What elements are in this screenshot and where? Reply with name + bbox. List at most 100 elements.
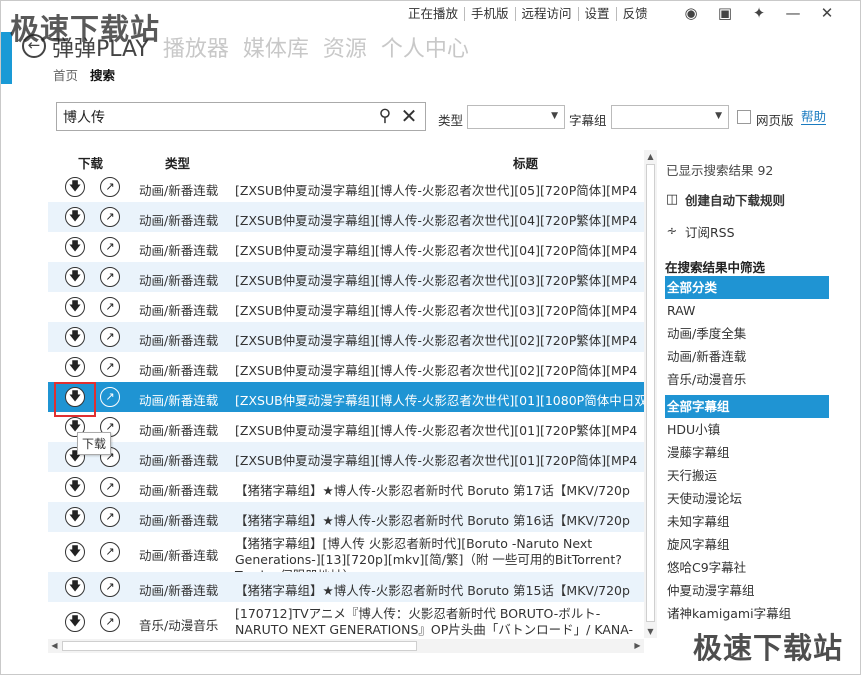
table-row[interactable]: 🡇 ↗ 动画/新番连载 [ZXSUB仲夏动漫字幕组][博人传-火影忍者次世代][04]… xyxy=(48,202,644,232)
vertical-scroll-thumb[interactable] xyxy=(646,164,655,622)
table-row[interactable]: 🡇 ↗ 动画/新番连载 【猪猪字幕组】[博人传 火影忍者新时代][Boruto -Na… xyxy=(48,532,644,583)
row-title[interactable]: [ZXSUB仲夏动漫字幕组][博人传-火影忍者次世代][01][1080P简体中… xyxy=(235,390,644,409)
row-title[interactable]: [ZXSUB仲夏动漫字幕组][博人传-火影忍者次世代][01][720P简体][… xyxy=(235,450,637,469)
download-icon[interactable]: 🡇 xyxy=(65,542,85,562)
category-filter-item[interactable]: 动画/季度全集 xyxy=(665,322,829,345)
row-title[interactable]: [ZXSUB仲夏动漫字幕组][博人传-火影忍者次世代][05][720P简体][… xyxy=(235,180,637,199)
subgroup-filter-item[interactable]: 全部字幕组 xyxy=(665,395,829,418)
download-icon[interactable]: 🡇 xyxy=(65,267,85,287)
menu-remote-access[interactable]: 远程访问 xyxy=(516,7,579,21)
open-link-icon[interactable]: ↗ xyxy=(100,237,120,257)
open-link-icon[interactable]: ↗ xyxy=(100,542,120,562)
menu-settings[interactable]: 设置 xyxy=(579,7,617,21)
create-auto-download-rule[interactable]: ◫ 创建自动下载规则 xyxy=(665,190,785,209)
download-icon[interactable]: 🡇 xyxy=(65,507,85,527)
nav-tab-profile[interactable]: 个人中心 xyxy=(381,31,469,63)
table-row[interactable]: 🡇 ↗ 动画/新番连载 [ZXSUB仲夏动漫字幕组][博人传-火影忍者次世代][03]… xyxy=(48,292,644,322)
row-title[interactable]: [ZXSUB仲夏动漫字幕组][博人传-火影忍者次世代][01][720P繁体][… xyxy=(235,420,637,439)
menu-now-playing[interactable]: 正在播放 xyxy=(402,7,466,21)
subgroup-filter-item[interactable]: 天使动漫论坛 xyxy=(665,487,829,510)
download-icon[interactable]: 🡇 xyxy=(65,207,85,227)
menu-feedback[interactable]: 反馈 xyxy=(617,7,654,21)
category-filter-item[interactable]: 全部分类 xyxy=(665,276,829,299)
minimize-icon[interactable]: — xyxy=(785,5,801,21)
table-row[interactable]: 🡇 ↗ 动画/新番连载 [ZXSUB仲夏动漫字幕组][博人传-火影忍者次世代][01]… xyxy=(48,412,644,442)
download-icon[interactable]: 🡇 xyxy=(65,177,85,197)
table-row[interactable]: 🡇 ↗ 动画/新番连载 【猪猪字幕组】★博人传-火影忍者新时代 Boruto 第17话… xyxy=(48,472,644,502)
scroll-down-icon[interactable]: ▼ xyxy=(644,625,657,638)
breadcrumb-home[interactable]: 首页 xyxy=(53,65,78,84)
open-link-icon[interactable]: ↗ xyxy=(100,387,120,407)
open-link-icon[interactable]: ↗ xyxy=(100,612,120,632)
category-filter-item[interactable]: 音乐/动漫音乐 xyxy=(665,368,829,391)
table-row[interactable]: 🡇 ↗ 动画/新番连载 [ZXSUB仲夏动漫字幕组][博人传-火影忍者次世代][01]… xyxy=(48,382,644,412)
subgroup-filter-item[interactable]: 漫藤字幕组 xyxy=(665,441,829,464)
scroll-right-icon[interactable]: ▶ xyxy=(631,639,644,653)
download-icon[interactable]: 🡇 xyxy=(65,297,85,317)
clear-icon[interactable]: ✕ xyxy=(399,106,419,126)
camera-icon[interactable]: ◉ xyxy=(683,5,699,21)
open-link-icon[interactable]: ↗ xyxy=(100,477,120,497)
row-title[interactable]: 【猪猪字幕组】★博人传-火影忍者新时代 Boruto 第17话【MKV/720p xyxy=(235,480,630,499)
subgroup-select[interactable]: ▼ xyxy=(611,105,729,129)
pin-icon[interactable]: ✦ xyxy=(751,5,767,21)
horizontal-scroll-thumb[interactable] xyxy=(62,641,417,651)
row-title[interactable]: [ZXSUB仲夏动漫字幕组][博人传-火影忍者次世代][03][720P繁体][… xyxy=(235,270,637,289)
type-select[interactable]: ▼ xyxy=(467,105,565,129)
open-link-icon[interactable]: ↗ xyxy=(100,207,120,227)
download-icon[interactable]: 🡇 xyxy=(65,387,85,407)
table-row[interactable]: 🡇 ↗ 音乐/动漫音乐 [170712]TVアニメ『博人传：火影忍者新时代 BORUT… xyxy=(48,602,644,638)
download-icon[interactable]: 🡇 xyxy=(65,237,85,257)
row-title[interactable]: 【猪猪字幕组】★博人传-火影忍者新时代 Boruto 第15话【MKV/720p xyxy=(235,580,630,599)
search-icon[interactable]: ⚲ xyxy=(375,106,395,126)
subgroup-filter-item[interactable]: HDU小镇 xyxy=(665,418,829,441)
nav-tab-player[interactable]: 播放器 xyxy=(163,31,229,63)
row-title[interactable]: [ZXSUB仲夏动漫字幕组][博人传-火影忍者次世代][02][720P简体][… xyxy=(235,360,637,379)
nav-tab-resources[interactable]: 资源 xyxy=(323,31,367,63)
search-input[interactable] xyxy=(57,103,367,130)
open-link-icon[interactable]: ↗ xyxy=(100,507,120,527)
subgroup-filter-item[interactable]: 诸神kamigami字幕组 xyxy=(665,602,829,625)
table-row[interactable]: 🡇 ↗ 动画/新番连载 [ZXSUB仲夏动漫字幕组][博人传-火影忍者次世代][02]… xyxy=(48,322,644,352)
download-icon[interactable]: 🡇 xyxy=(65,477,85,497)
open-link-icon[interactable]: ↗ xyxy=(100,177,120,197)
subgroup-filter-item[interactable]: 天行搬运 xyxy=(665,464,829,487)
row-title[interactable]: 【猪猪字幕组】★博人传-火影忍者新时代 Boruto 第16话【MKV/720p xyxy=(235,510,630,529)
subgroup-filter-item[interactable]: 仲夏动漫字幕组 xyxy=(665,579,829,602)
row-title[interactable]: [ZXSUB仲夏动漫字幕组][博人传-火影忍者次世代][03][720P简体][… xyxy=(235,300,637,319)
scroll-left-icon[interactable]: ◀ xyxy=(48,639,61,653)
table-row[interactable]: 🡇 ↗ 动画/新番连载 [ZXSUB仲夏动漫字幕组][博人传-火影忍者次世代][05]… xyxy=(48,172,644,202)
table-row[interactable]: 🡇 ↗ 动画/新番连载 【猪猪字幕组】★博人传-火影忍者新时代 Boruto 第15话… xyxy=(48,572,644,602)
open-link-icon[interactable]: ↗ xyxy=(100,267,120,287)
subgroup-filter-item[interactable]: 旋风字幕组 xyxy=(665,533,829,556)
category-filter-item[interactable]: 动画/新番连载 xyxy=(665,345,829,368)
help-link[interactable]: 帮助 xyxy=(801,109,827,125)
table-row[interactable]: 🡇 ↗ 动画/新番连载 [ZXSUB仲夏动漫字幕组][博人传-火影忍者次世代][02]… xyxy=(48,352,644,382)
download-icon[interactable]: 🡇 xyxy=(65,357,85,377)
download-icon[interactable]: 🡇 xyxy=(65,577,85,597)
open-link-icon[interactable]: ↗ xyxy=(100,577,120,597)
table-row[interactable]: 🡇 ↗ 动画/新番连载 【猪猪字幕组】★博人传-火影忍者新时代 Boruto 第16话… xyxy=(48,502,644,532)
close-icon[interactable]: ✕ xyxy=(819,5,835,21)
category-filter-item[interactable]: RAW xyxy=(665,299,829,322)
table-row[interactable]: 🡇 ↗ 动画/新番连载 [ZXSUB仲夏动漫字幕组][博人传-火影忍者次世代][04]… xyxy=(48,232,644,262)
table-row[interactable]: 🡇 ↗ 动画/新番连载 [ZXSUB仲夏动漫字幕组][博人传-火影忍者次世代][01]… xyxy=(48,442,644,472)
row-title[interactable]: [ZXSUB仲夏动漫字幕组][博人传-火影忍者次世代][04][720P繁体][… xyxy=(235,210,637,229)
vertical-scrollbar[interactable]: ▲ ▼ xyxy=(644,150,657,638)
subgroup-filter-item[interactable]: 悠哈C9字幕社 xyxy=(665,556,829,579)
row-title[interactable]: [ZXSUB仲夏动漫字幕组][博人传-火影忍者次世代][02][720P繁体][… xyxy=(235,330,637,349)
subgroup-filter-item[interactable]: 未知字幕组 xyxy=(665,510,829,533)
download-icon[interactable]: 🡇 xyxy=(65,327,85,347)
mini-mode-icon[interactable]: ▣ xyxy=(717,5,733,21)
menu-mobile[interactable]: 手机版 xyxy=(465,7,516,21)
open-link-icon[interactable]: ↗ xyxy=(100,327,120,347)
table-row[interactable]: 🡇 ↗ 动画/新番连载 [ZXSUB仲夏动漫字幕组][博人传-火影忍者次世代][03]… xyxy=(48,262,644,292)
nav-tab-library[interactable]: 媒体库 xyxy=(243,31,309,63)
open-link-icon[interactable]: ↗ xyxy=(100,357,120,377)
row-title[interactable]: [170712]TVアニメ『博人传：火影忍者新时代 BORUTO-ボルト- NA… xyxy=(235,606,644,638)
row-title[interactable]: [ZXSUB仲夏动漫字幕组][博人传-火影忍者次世代][04][720P简体][… xyxy=(235,240,637,259)
horizontal-scrollbar[interactable]: ◀ ▶ xyxy=(48,639,644,653)
webpage-checkbox[interactable] xyxy=(737,110,751,124)
subscribe-rss[interactable]: ∻ 订阅RSS xyxy=(665,222,735,241)
open-link-icon[interactable]: ↗ xyxy=(100,297,120,317)
